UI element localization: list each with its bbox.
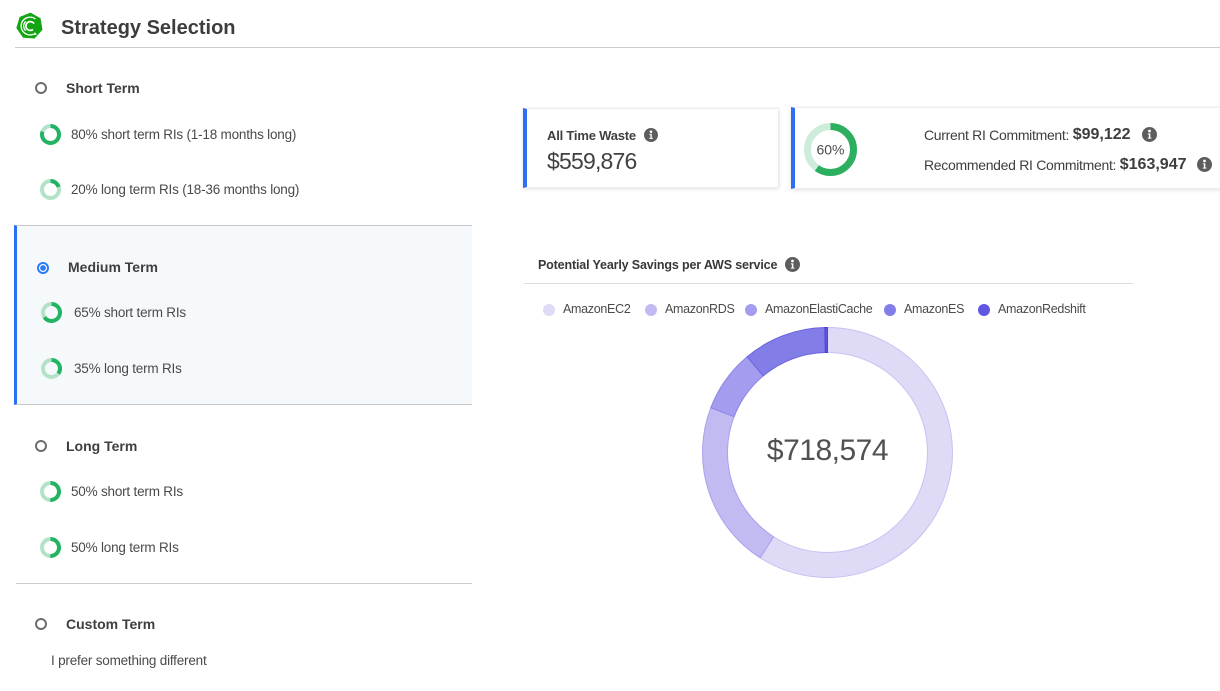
svg-text:60%: 60% <box>816 142 844 158</box>
